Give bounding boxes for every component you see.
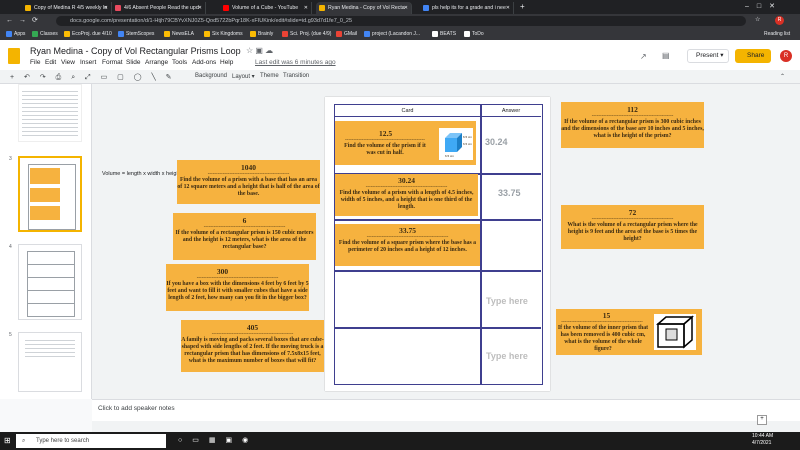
close-icon[interactable]: ✕ [304, 2, 308, 14]
menu-tools[interactable]: Tools [172, 59, 187, 66]
bottom-bar: + [92, 415, 800, 432]
loop-card[interactable]: 72 -------------------------------------… [561, 205, 704, 249]
search-icon: ⌕ [22, 438, 26, 444]
browser-tab[interactable]: Volume of a Cube - YouTube ✕ [220, 2, 312, 14]
star-icon[interactable]: ☆ ▣ ☁ [246, 46, 273, 55]
header-card: Card [401, 108, 414, 114]
explore-icon[interactable]: + [757, 415, 767, 425]
slide-number: 4 [9, 244, 12, 250]
loop-card[interactable]: 1040 -----------------------------------… [177, 160, 320, 204]
brainly-icon [423, 5, 429, 11]
slide-number: 3 [9, 156, 12, 162]
taskbar-app-icons[interactable]: ○▭▦▣◉ [178, 436, 258, 444]
loop-card[interactable]: 300 ------------------------------------… [166, 264, 309, 311]
answer-value[interactable]: 30.24 [485, 137, 508, 147]
slide-thumbnail[interactable] [18, 244, 82, 320]
slide-number: 5 [9, 332, 12, 338]
comments-icon[interactable]: ▤ [662, 51, 670, 60]
layout-button[interactable]: Layout ▾ [232, 73, 255, 80]
url-bar[interactable]: docs.google.com/presentation/d/1-Htjh79C… [56, 16, 746, 26]
nav-buttons[interactable]: ←→⟳ [6, 16, 44, 24]
bookmark-item[interactable]: project (Lacandon J... [364, 30, 420, 38]
bookmark-item[interactable]: NewsELA [164, 30, 194, 38]
slides-logo-icon[interactable] [8, 48, 20, 64]
type-here-placeholder[interactable]: Type here [486, 351, 528, 361]
browser-tab[interactable]: 4/6 Absent People Read the upd ✕ [112, 2, 206, 14]
slide-thumbnail-selected[interactable] [18, 156, 82, 232]
cube-image: 6.5 cm 6.5 cm 6.5 cm [439, 128, 473, 160]
menu-insert[interactable]: Insert [80, 59, 96, 66]
bookmark-item[interactable]: Sci. Proj. (due 4/9) [282, 30, 331, 38]
thumbnail-text [22, 88, 78, 138]
bookmark-item[interactable]: GMail [336, 30, 357, 38]
collapse-icon[interactable]: ⌃ [780, 73, 785, 80]
activity-icon[interactable]: ↗ [640, 52, 647, 61]
type-here-placeholder[interactable]: Type here [486, 296, 528, 306]
slides-icon [25, 5, 31, 11]
loop-card[interactable]: 112 ------------------------------------… [561, 102, 704, 148]
slide-thumbnail[interactable] [18, 84, 82, 142]
new-tab-button[interactable]: + [520, 2, 525, 11]
transition-button[interactable]: Transition [283, 73, 309, 79]
bookmark-item[interactable]: EcoProj. due 4/10 [64, 30, 112, 38]
browser-tab[interactable]: Copy of Medina R 4/5 weekly lo ✕ [22, 2, 112, 14]
menu-format[interactable]: Format [102, 59, 123, 66]
profile-avatar[interactable]: R [775, 16, 784, 25]
answer-value[interactable]: 33.75 [498, 188, 521, 198]
formula-text[interactable]: Volume = length x width x height [102, 171, 181, 177]
reading-list[interactable]: Reading list [756, 30, 790, 38]
close-icon[interactable]: ✕ [198, 2, 202, 14]
clock-time[interactable]: 10:44 AM [752, 433, 773, 439]
header-answer: Answer [501, 108, 521, 114]
menu-help[interactable]: Help [220, 59, 233, 66]
browser-tab[interactable]: pls help its for a grade and i nee ✕ [420, 2, 514, 14]
prism-image [654, 314, 696, 350]
bookmark-item[interactable]: Apps [6, 30, 25, 38]
slides-icon [319, 5, 325, 11]
menu-arrange[interactable]: Arrange [145, 59, 168, 66]
bookmark-item[interactable]: Six Kingdoms [204, 30, 243, 38]
bookmark-item[interactable]: ToDo [464, 30, 484, 38]
loop-card[interactable]: 15 -------------------------------------… [556, 309, 702, 355]
theme-button[interactable]: Theme [260, 73, 279, 79]
document-title[interactable]: Ryan Medina - Copy of Vol Rectangular Pr… [30, 46, 241, 56]
speaker-notes[interactable]: Click to add speaker notes [92, 399, 800, 421]
card-row-1[interactable]: 12.5 -----------------------------------… [335, 121, 476, 165]
loop-card[interactable]: 405 ------------------------------------… [181, 320, 324, 372]
browser-tab-bar: Copy of Medina R 4/5 weekly lo ✕ 4/6 Abse… [0, 0, 800, 14]
filmstrip: 3 4 5 [0, 84, 92, 399]
card-row-2[interactable]: 30.24 ----------------------------------… [335, 174, 478, 216]
close-icon[interactable]: ✕ [404, 2, 408, 14]
bookmark-item[interactable]: Classes [32, 30, 58, 38]
menu-edit[interactable]: Edit [45, 59, 56, 66]
taskbar: ⊞ ⌕ Type here to search ○▭▦▣◉ 10:44 AM 4… [0, 432, 800, 450]
windows-start-icon[interactable]: ⊞ [4, 436, 11, 445]
menu-view[interactable]: View [61, 59, 75, 66]
background-button[interactable]: Background [195, 73, 227, 79]
share-button[interactable]: Share [735, 49, 771, 63]
bookmarks-bar: Apps Classes EcoProj. due 4/10 StemScope… [0, 28, 800, 40]
taskbar-search[interactable]: ⌕ Type here to search [16, 434, 166, 448]
menu-file[interactable]: File [30, 59, 40, 66]
star-icon[interactable]: ☆ [755, 16, 760, 23]
bookmark-item[interactable]: StemScopes [118, 30, 154, 38]
heart-icon [115, 5, 121, 11]
card-row-3[interactable]: 33.75 ----------------------------------… [335, 224, 480, 266]
bookmark-item[interactable]: Brainly [250, 30, 273, 38]
close-icon[interactable]: ✕ [104, 2, 108, 14]
menu-addons[interactable]: Add-ons [192, 59, 216, 66]
loop-card[interactable]: 6 --------------------------------------… [173, 213, 316, 260]
slide-thumbnail[interactable] [18, 332, 82, 392]
youtube-icon [223, 5, 229, 11]
window-controls[interactable]: –□✕ [745, 2, 783, 10]
close-icon[interactable]: ✕ [506, 2, 510, 14]
present-button[interactable]: Present ▾ [687, 49, 729, 63]
browser-tab-active[interactable]: Ryan Medina - Copy of Vol Recta ✕ [316, 2, 412, 14]
last-edit-link[interactable]: Last edit was 6 minutes ago [255, 59, 336, 66]
toolbar-tool-icons[interactable]: + ↶ ↷ ⎙ ⌕ ⤢ ▭ ▢ ◯ ╲ ✎ [10, 73, 176, 82]
clock-date[interactable]: 4/7/2021 [752, 440, 771, 446]
bookmark-item[interactable]: BEATS [432, 30, 456, 38]
menu-slide[interactable]: Slide [126, 59, 140, 66]
avatar[interactable]: R [780, 50, 792, 62]
